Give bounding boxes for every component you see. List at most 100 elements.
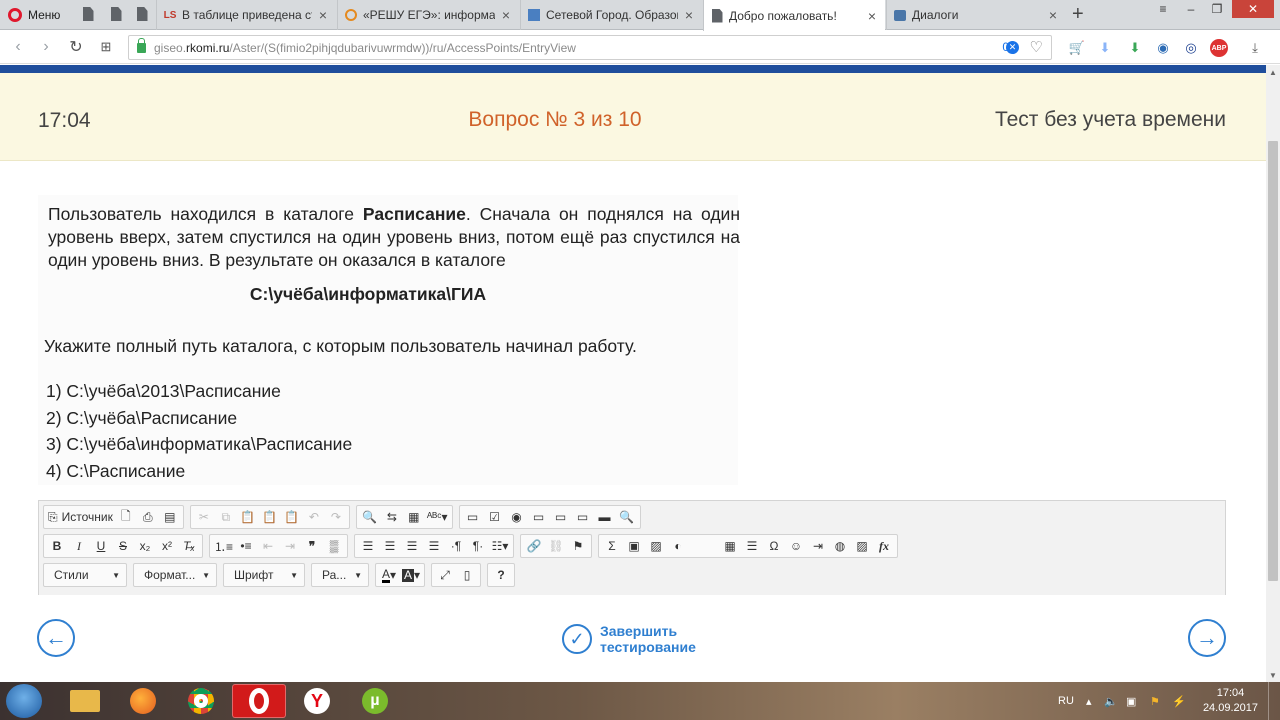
pinned-tab-1[interactable] (80, 6, 96, 22)
speaker-icon[interactable]: 🔈 (1104, 682, 1118, 720)
flash-icon[interactable]: ◐ (667, 536, 689, 556)
tab-3[interactable]: Сетевой Город. Образов × (520, 0, 702, 30)
radio-icon[interactable]: ◉ (506, 507, 528, 527)
select-all-icon[interactable]: ▦ (403, 507, 425, 527)
rtl-icon[interactable]: ¶· (467, 536, 489, 556)
download-extension-icon[interactable]: ⬇ (1096, 39, 1114, 57)
sigma-icon[interactable]: Σ (601, 536, 623, 556)
italic-icon[interactable]: I (68, 536, 90, 556)
unlink-icon[interactable]: ⛓ (545, 536, 567, 556)
code-snippet-icon[interactable]: ▣ (623, 536, 645, 556)
background-color-icon[interactable]: A ▾ (400, 565, 422, 585)
next-question-button[interactable]: → (1188, 619, 1226, 657)
table-icon[interactable]: ▦ (719, 536, 741, 556)
font-dropdown[interactable]: Шрифт ▼ (223, 563, 305, 587)
back-icon[interactable]: ‹ (8, 37, 28, 57)
replace-icon[interactable]: ⇆ (381, 507, 403, 527)
close-tab-icon[interactable]: × (499, 7, 513, 23)
finish-test-button[interactable]: ✓ Завершить тестирование (562, 623, 720, 655)
scroll-up-icon[interactable]: ▲ (1266, 65, 1280, 79)
maximize-icon[interactable]: ⤢ (434, 565, 456, 585)
maximize-button[interactable]: ❐ (1204, 0, 1230, 18)
superscript-icon[interactable]: x² (156, 536, 178, 556)
bold-icon[interactable]: B (46, 536, 68, 556)
underline-icon[interactable]: U (90, 536, 112, 556)
bullet-list-icon[interactable]: •≡ (235, 536, 257, 556)
bookmark-heart-icon[interactable]: ♡ (1030, 38, 1043, 56)
numbered-list-icon[interactable]: ⒈≡ (212, 536, 235, 556)
form-icon[interactable]: ▭ (462, 507, 484, 527)
copy-icon[interactable]: ⧉ (215, 507, 237, 527)
pinned-tab-3[interactable] (134, 6, 150, 22)
close-tab-icon[interactable]: × (682, 7, 696, 23)
horizontal-rule-icon[interactable]: ☰ (741, 536, 763, 556)
checkbox-icon[interactable]: ☑ (484, 507, 506, 527)
power-icon[interactable]: ⚡ (1172, 682, 1186, 720)
align-left-icon[interactable]: ☰ (357, 536, 379, 556)
adblock-extension-icon[interactable]: ABP (1210, 39, 1228, 57)
paste-icon[interactable]: 📋 (237, 507, 259, 527)
iframe-icon[interactable]: ◍ (829, 536, 851, 556)
paste-text-icon[interactable]: 📋 (259, 507, 281, 527)
subscript-icon[interactable]: x₂ (134, 536, 156, 556)
textarea-icon[interactable]: ▭ (550, 507, 572, 527)
outdent-icon[interactable]: ⇤ (257, 536, 279, 556)
styles-dropdown[interactable]: Стили ▼ (43, 563, 127, 587)
taskbar-utorrent[interactable]: µ (348, 684, 402, 718)
speed-dial-icon[interactable]: ⊞ (96, 37, 116, 57)
paste-word-icon[interactable]: 📋 (281, 507, 303, 527)
page-scrollbar[interactable]: ▲ ▼ (1266, 65, 1280, 682)
align-right-icon[interactable]: ☰ (401, 536, 423, 556)
flag-icon[interactable]: ⚑ (1150, 682, 1160, 720)
cart-extension-icon[interactable]: 🛒 (1068, 39, 1086, 57)
system-clock[interactable]: 17:04 24.09.2017 (1203, 686, 1258, 716)
taskbar-yandex[interactable]: Y (290, 684, 344, 718)
align-center-icon[interactable]: ☰ (379, 536, 401, 556)
templates-icon[interactable]: ▤ (159, 507, 181, 527)
source-button[interactable]: ⎘ Источник (46, 507, 115, 527)
help-button[interactable]: ? (490, 565, 512, 585)
div-container-icon[interactable]: ▒ (323, 536, 345, 556)
align-justify-icon[interactable]: ☰ (423, 536, 445, 556)
new-page-icon[interactable]: 🗋 (115, 507, 137, 527)
indent-icon[interactable]: ⇥ (279, 536, 301, 556)
language-icon[interactable]: ☷▾ (489, 536, 511, 556)
show-desktop-button[interactable] (1268, 682, 1280, 720)
taskbar-explorer[interactable] (58, 684, 112, 718)
taskbar-firefox[interactable] (116, 684, 170, 718)
anchor-flag-icon[interactable]: ⚑ (567, 536, 589, 556)
strike-icon[interactable]: S (112, 536, 134, 556)
close-tab-icon[interactable]: × (1046, 7, 1060, 23)
adblock-shield-icon[interactable]: ✕ (1006, 41, 1019, 54)
image-icon[interactable]: ▨ (645, 536, 667, 556)
scroll-thumb[interactable] (1268, 141, 1278, 581)
link-icon[interactable]: 🔗 (523, 536, 545, 556)
select-field-icon[interactable]: ▭ (572, 507, 594, 527)
text-color-icon[interactable]: A ▾ (378, 565, 400, 585)
image-button-icon[interactable]: 🔍 (616, 507, 638, 527)
tab-1[interactable]: LS В таблице приведена сто × (156, 0, 336, 30)
language-indicator[interactable]: RU (1058, 682, 1074, 720)
find-icon[interactable]: 🔍 (359, 507, 381, 527)
tab-5[interactable]: Диалоги × (886, 0, 1066, 30)
page-break-icon[interactable]: ⇥ (807, 536, 829, 556)
taskbar-opera[interactable] (232, 684, 286, 718)
tab-4-active[interactable]: Добро пожаловать! × (703, 0, 885, 31)
tab-menu-icon[interactable]: ≡ (1150, 0, 1176, 18)
remove-format-icon[interactable]: T̶ₓ (178, 536, 200, 556)
previous-question-button[interactable]: ← (37, 619, 75, 657)
text-field-icon[interactable]: ▭ (528, 507, 550, 527)
close-tab-icon[interactable]: × (316, 7, 330, 23)
minimize-button[interactable]: – (1178, 0, 1204, 18)
green-arrow-extension-icon[interactable]: ⬇ (1126, 39, 1144, 57)
image-insert-icon[interactable]: ▨ (851, 536, 873, 556)
network-icon[interactable]: ▣ (1126, 682, 1136, 720)
close-tab-icon[interactable]: × (865, 8, 879, 24)
print-icon[interactable]: ⎙ (137, 507, 159, 527)
tab-2[interactable]: «РЕШУ ЕГЭ»: информати × (337, 0, 519, 30)
taskbar-chrome[interactable] (174, 684, 228, 718)
spellcheck-icon[interactable]: ᴬᴮᶜ▾ (425, 507, 450, 527)
blockquote-icon[interactable]: ❞ (301, 536, 323, 556)
close-window-button[interactable]: ✕ (1232, 0, 1274, 18)
format-dropdown[interactable]: Формат... ▼ (133, 563, 217, 587)
